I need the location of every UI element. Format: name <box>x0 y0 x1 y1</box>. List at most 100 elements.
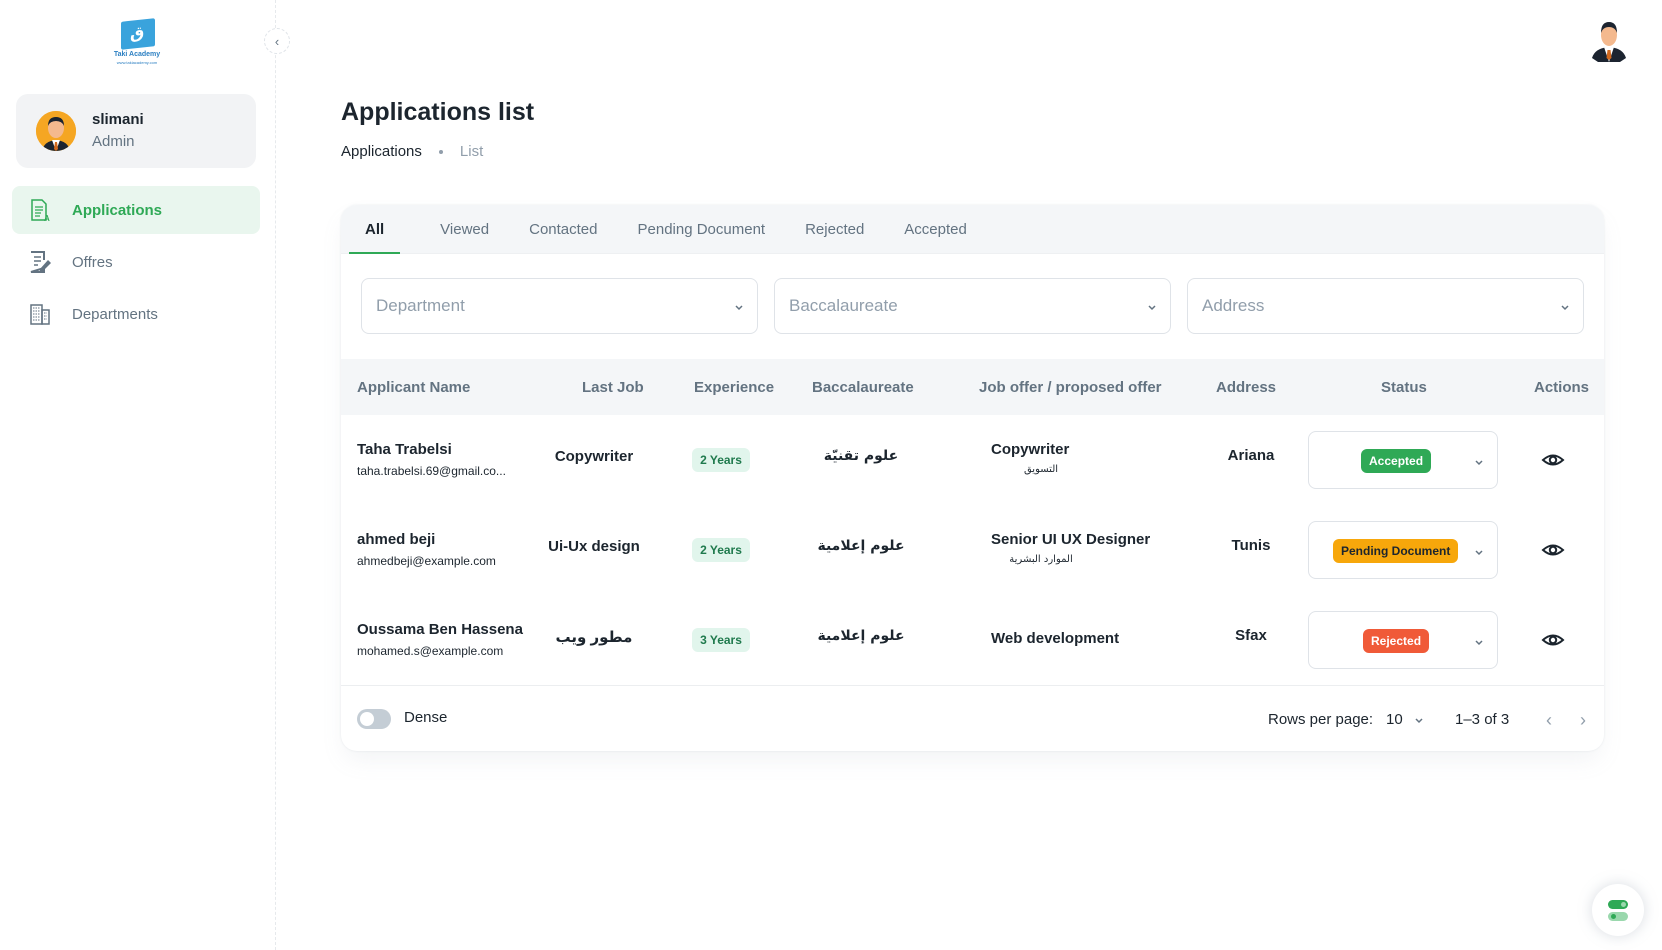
experience-cell: 2 Years <box>671 538 771 562</box>
previous-page-button[interactable]: ‹ <box>1537 708 1561 732</box>
experience-badge: 2 Years <box>692 448 750 472</box>
chevron-down-icon <box>1561 305 1569 311</box>
rows-per-page-select[interactable]: 10 <box>1386 711 1425 728</box>
settings-fab-button[interactable] <box>1592 884 1644 936</box>
tab-accepted[interactable]: Accepted <box>888 205 983 254</box>
job-offer-department: الموارد البشرية <box>1009 554 1073 565</box>
column-actions: Actions <box>1534 378 1590 396</box>
job-offer: Copywriter <box>991 441 1070 458</box>
last-job: Copywriter <box>554 448 634 465</box>
status-select[interactable]: Accepted <box>1308 431 1498 489</box>
job-offer-cell: Copywriter التسويق <box>961 441 1161 475</box>
filters: Department Baccalaureate Address <box>361 278 1584 334</box>
tab-contacted[interactable]: Contacted <box>513 205 613 254</box>
sidebar-nav: A Applications Offres Departments <box>12 186 260 342</box>
view-eye-icon[interactable] <box>1541 628 1565 652</box>
sidebar-item-offres[interactable]: Offres <box>12 238 260 286</box>
page-title: Applications list <box>341 98 535 126</box>
column-last-job[interactable]: Last Job <box>582 359 644 415</box>
applicant-name: Oussama Ben Hassena <box>357 621 523 638</box>
applicant-cell: Taha Trabelsi taha.trabelsi.69@gmail.co..… <box>357 441 557 478</box>
user-name: slimani <box>92 111 144 128</box>
taki-academy-logo[interactable]: ق Taki Academy www.takiacademy.com <box>111 18 163 68</box>
address: Sfax <box>1235 627 1267 644</box>
collapse-sidebar-button[interactable]: ‹ <box>264 28 290 54</box>
breadcrumb-applications[interactable]: Applications <box>341 143 422 160</box>
pagination-range: 1–3 of 3 <box>1455 711 1510 728</box>
chevron-down-icon <box>735 305 743 311</box>
applicant-email: mohamed.s@example.com <box>357 644 504 658</box>
applicant-cell: Oussama Ben Hassena mohamed.s@example.com <box>357 621 557 658</box>
table-row[interactable]: Oussama Ben Hassena mohamed.s@example.com… <box>341 595 1604 685</box>
column-status[interactable]: Status <box>1381 359 1427 415</box>
table-header: Applicant Name Last Job Experience Bacca… <box>341 359 1604 415</box>
tab-pending-document[interactable]: Pending Document <box>622 205 782 254</box>
rows-per-page-value: 10 <box>1386 711 1403 728</box>
chevron-left-icon: ‹ <box>1546 709 1552 730</box>
status-badge: Pending Document <box>1333 539 1459 563</box>
table-footer: Dense Rows per page: 10 1–3 of 3 ‹ › <box>341 686 1604 751</box>
experience-cell: 3 Years <box>671 628 771 652</box>
breadcrumb: Applications List <box>341 143 483 160</box>
chevron-down-icon <box>1148 305 1156 311</box>
tab-viewed[interactable]: Viewed <box>424 205 505 254</box>
last-job: مطور ويب <box>555 629 633 646</box>
table-row[interactable]: Taha Trabelsi taha.trabelsi.69@gmail.co..… <box>341 415 1604 505</box>
toggle-knob <box>360 712 374 726</box>
job-offer-department: التسويق <box>1023 464 1059 475</box>
baccalaureate: علوم إعلامية <box>817 628 905 644</box>
applications-doc-icon: A <box>28 198 52 222</box>
sidebar-item-label: Applications <box>72 201 163 219</box>
sidebar-item-departments[interactable]: Departments <box>12 290 260 338</box>
applicant-email: ahmedbeji@example.com <box>357 554 496 568</box>
account-avatar-button[interactable] <box>1590 20 1628 62</box>
column-experience[interactable]: Experience <box>694 359 774 415</box>
chevron-down-icon <box>1475 460 1483 466</box>
job-offer-cell: Senior UI UX Designer الموارد البشرية <box>961 531 1161 565</box>
column-address[interactable]: Address <box>1216 359 1276 415</box>
breadcrumb-list: List <box>459 143 484 160</box>
user-card[interactable]: slimani Admin <box>16 94 256 168</box>
applicant-name: Taha Trabelsi <box>357 441 452 458</box>
sidebar-item-label: Offres <box>72 253 113 271</box>
logo-board-icon: ق <box>121 18 155 50</box>
baccalaureate: علوم تقنيّة <box>823 448 899 464</box>
column-baccalaureate[interactable]: Baccalaureate <box>812 359 914 415</box>
dense-toggle[interactable] <box>357 709 391 729</box>
person-avatar-icon <box>1592 22 1626 62</box>
job-offer: Senior UI UX Designer <box>991 531 1151 548</box>
sidebar-item-label: Departments <box>72 305 158 323</box>
offers-edit-icon <box>28 250 52 274</box>
department-select[interactable]: Department <box>361 278 758 334</box>
view-eye-icon[interactable] <box>1541 538 1565 562</box>
view-eye-icon[interactable] <box>1541 448 1565 472</box>
user-role: Admin <box>92 133 135 150</box>
chevron-down-icon <box>1415 717 1423 723</box>
tab-all[interactable]: All <box>349 205 401 254</box>
next-page-button[interactable]: › <box>1571 708 1595 732</box>
address-placeholder: Address <box>1202 296 1265 315</box>
toggle-settings-icon-lower <box>1608 911 1628 921</box>
toggle-settings-icon <box>1608 899 1628 909</box>
experience-badge: 3 Years <box>692 628 750 652</box>
rows-per-page-label: Rows per page: <box>1268 711 1374 728</box>
status-badge: Accepted <box>1361 449 1432 473</box>
chevron-down-icon <box>1475 640 1483 646</box>
column-applicant-name[interactable]: Applicant Name <box>357 359 470 415</box>
column-job-offer[interactable]: Job offer / proposed offer <box>979 359 1162 415</box>
status-select[interactable]: Pending Document <box>1308 521 1498 579</box>
experience-badge: 2 Years <box>692 538 750 562</box>
avatar <box>36 111 76 151</box>
status-select[interactable]: Rejected <box>1308 611 1498 669</box>
tab-rejected[interactable]: Rejected <box>789 205 880 254</box>
baccalaureate-select[interactable]: Baccalaureate <box>774 278 1171 334</box>
status-tabs: All Viewed Contacted Pending Document Re… <box>341 205 1604 254</box>
applicant-email: taha.trabelsi.69@gmail.co... <box>357 464 506 478</box>
job-offer-cell: Web development <box>961 630 1161 647</box>
address-select[interactable]: Address <box>1187 278 1584 334</box>
sidebar-item-applications[interactable]: A Applications <box>12 186 260 234</box>
baccalaureate: علوم إعلامية <box>817 538 905 554</box>
table-row[interactable]: ahmed beji ahmedbeji@example.com Ui-Ux des… <box>341 505 1604 595</box>
baccalaureate-placeholder: Baccalaureate <box>789 296 898 315</box>
sidebar: ق Taki Academy www.takiacademy.com slima… <box>0 0 276 950</box>
